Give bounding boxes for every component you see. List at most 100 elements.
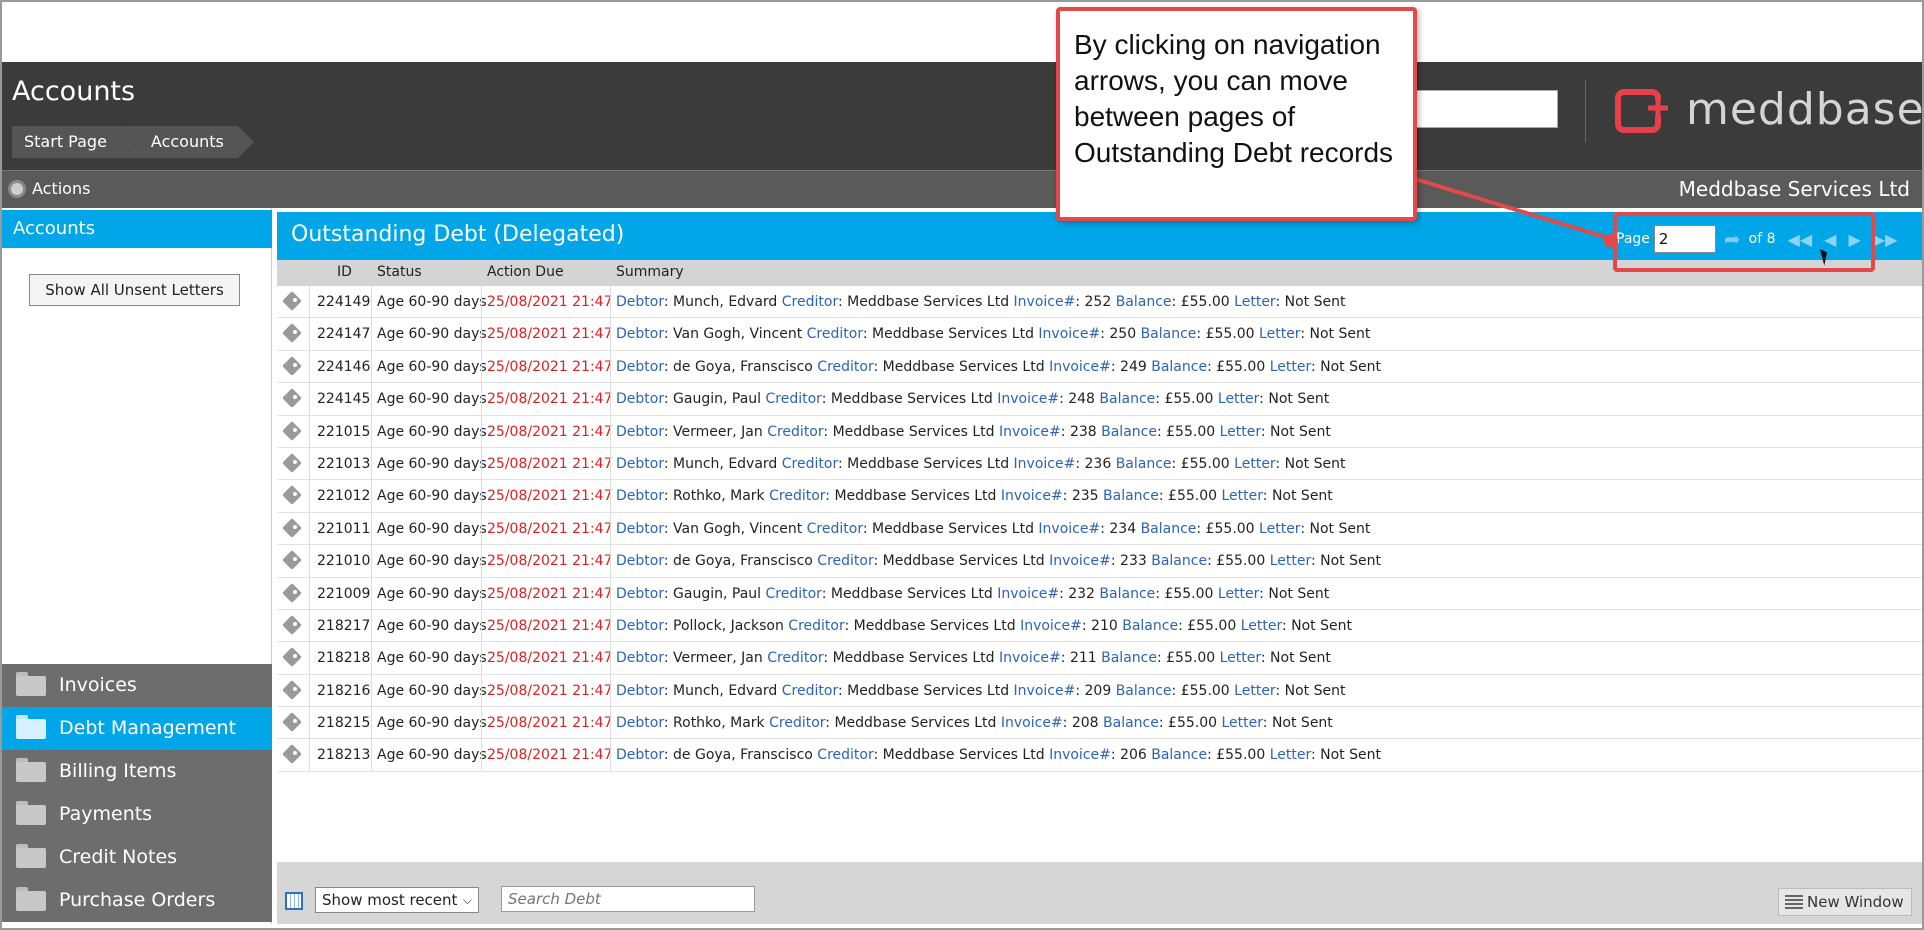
breadcrumb-accounts[interactable]: Accounts	[120, 126, 254, 158]
table-row[interactable]: 221011 Age 60-90 days 25/08/2021 21:47 Debt…	[277, 512, 1922, 546]
tag-icon[interactable]	[281, 681, 305, 699]
table-row[interactable]: 218217 Age 60-90 days 25/08/2021 21:47 Debt…	[277, 609, 1922, 643]
cell-divider	[610, 674, 611, 707]
cell-divider	[371, 512, 372, 545]
actions-label: Actions	[32, 179, 91, 198]
summary-key-debtor: Debtor	[616, 520, 664, 537]
summary-key-invoice: Invoice#	[997, 585, 1060, 602]
actions-button[interactable]: Actions	[8, 179, 90, 198]
cell-summary[interactable]: Debtor: de Goya, Franscisco Creditor: Me…	[616, 747, 1381, 763]
cell-id: 221015	[317, 423, 371, 440]
cell-summary[interactable]: Debtor: Pollock, Jackson Creditor: Meddb…	[616, 618, 1352, 634]
table-row[interactable]: 218213 Age 60-90 days 25/08/2021 21:47 Debt…	[277, 739, 1922, 772]
cell-summary[interactable]: Debtor: Munch, Edvard Creditor: Meddbase…	[616, 456, 1345, 472]
column-header-summary[interactable]: Summary	[616, 264, 684, 280]
summary-balance: £55.00	[1180, 682, 1230, 699]
tag-icon[interactable]	[281, 745, 305, 763]
tag-icon[interactable]	[281, 486, 305, 504]
cell-summary[interactable]: Debtor: Rothko, Mark Creditor: Meddbase …	[616, 715, 1333, 731]
cell-status: Age 60-90 days	[377, 455, 487, 472]
cell-divider	[481, 383, 482, 416]
table-row[interactable]: 221015 Age 60-90 days 25/08/2021 21:47 Debt…	[277, 415, 1922, 448]
cell-status: Age 60-90 days	[377, 423, 487, 440]
tag-icon[interactable]	[281, 422, 305, 440]
cell-summary[interactable]: Debtor: Gaugin, Paul Creditor: Meddbase …	[616, 391, 1329, 407]
sidebar-item-purchase-orders[interactable]: Purchase Orders	[2, 879, 272, 922]
gear-icon	[8, 179, 26, 198]
sidebar-item-label: Payments	[59, 803, 153, 825]
cell-action-due: 25/08/2021 21:47	[487, 294, 613, 310]
tag-icon[interactable]	[281, 454, 305, 472]
table-row[interactable]: 224145 Age 60-90 days 25/08/2021 21:47 Debt…	[277, 383, 1922, 416]
folder-icon	[16, 715, 46, 739]
summary-letter: Not Sent	[1309, 520, 1371, 537]
cell-id: 224147	[317, 326, 371, 343]
cell-summary[interactable]: Debtor: Van Gogh, Vincent Creditor: Medd…	[616, 521, 1370, 537]
tag-icon[interactable]	[281, 324, 305, 342]
show-unsent-letters-button[interactable]: Show All Unsent Letters	[29, 274, 240, 306]
cell-action-due: 25/08/2021 21:47	[487, 358, 613, 375]
summary-key-debtor: Debtor	[616, 294, 664, 310]
tag-icon[interactable]	[281, 292, 305, 310]
table-row[interactable]: 221010 Age 60-90 days 25/08/2021 21:47 Debt…	[277, 545, 1922, 578]
sidebar-item-credit-notes[interactable]: Credit Notes	[2, 836, 272, 879]
calendar-icon[interactable]	[285, 892, 303, 910]
actions-bar: Actions Meddbase Services Ltd	[2, 170, 1922, 208]
tag-icon[interactable]	[281, 616, 305, 634]
summary-key-creditor: Creditor	[781, 294, 838, 310]
tag-icon[interactable]	[281, 389, 305, 407]
summary-key-creditor: Creditor	[765, 391, 822, 408]
new-window-button[interactable]: New Window	[1778, 888, 1912, 916]
table-row[interactable]: 218218 Age 60-90 days 25/08/2021 21:47 Debt…	[277, 642, 1922, 675]
tag-icon[interactable]	[281, 584, 305, 602]
tag-icon[interactable]	[281, 551, 305, 569]
tag-icon[interactable]	[281, 357, 305, 375]
summary-invoice: 252	[1084, 294, 1112, 310]
cell-summary[interactable]: Debtor: Gaugin, Paul Creditor: Meddbase …	[616, 586, 1329, 602]
cell-summary[interactable]: Debtor: Van Gogh, Vincent Creditor: Medd…	[616, 326, 1370, 342]
table-row[interactable]: 224147 Age 60-90 days 25/08/2021 21:47 Debt…	[277, 318, 1922, 351]
debt-table: 224149 Age 60-90 days 25/08/2021 21:47 Debt…	[277, 286, 1922, 772]
cell-summary[interactable]: Debtor: Rothko, Mark Creditor: Meddbase …	[616, 488, 1333, 504]
summary-creditor: Meddbase Services Ltd	[882, 358, 1045, 375]
cell-summary[interactable]: Debtor: Munch, Edvard Creditor: Meddbase…	[616, 294, 1345, 310]
tag-icon[interactable]	[281, 713, 305, 731]
summary-key-invoice: Invoice#	[997, 391, 1060, 408]
table-row[interactable]: 221009 Age 60-90 days 25/08/2021 21:47 Debt…	[277, 577, 1922, 610]
summary-invoice: 236	[1084, 455, 1112, 472]
summary-key-letter: Letter	[1221, 715, 1263, 732]
summary-debtor: de Goya, Franscisco	[673, 747, 813, 764]
cell-status: Age 60-90 days	[377, 715, 487, 732]
sidebar: Accounts Show All Unsent Letters Invoice…	[2, 208, 272, 924]
cell-summary[interactable]: Debtor: Vermeer, Jan Creditor: Meddbase …	[616, 424, 1331, 440]
tag-icon[interactable]	[281, 519, 305, 537]
cell-divider	[610, 286, 611, 318]
cell-summary[interactable]: Debtor: Munch, Edvard Creditor: Meddbase…	[616, 683, 1345, 699]
summary-debtor: Van Gogh, Vincent	[673, 326, 803, 343]
cell-summary[interactable]: Debtor: Vermeer, Jan Creditor: Meddbase …	[616, 650, 1331, 666]
table-row[interactable]: 224146 Age 60-90 days 25/08/2021 21:47 Debt…	[277, 350, 1922, 384]
table-row[interactable]: 218215 Age 60-90 days 25/08/2021 21:47 Debt…	[277, 707, 1922, 740]
cell-summary[interactable]: Debtor: de Goya, Franscisco Creditor: Me…	[616, 359, 1381, 375]
cell-summary[interactable]: Debtor: de Goya, Franscisco Creditor: Me…	[616, 553, 1381, 569]
sidebar-item-invoices[interactable]: Invoices	[2, 664, 272, 707]
table-row[interactable]: 218216 Age 60-90 days 25/08/2021 21:47 Debt…	[277, 674, 1922, 708]
column-header-action-due[interactable]: Action Due	[487, 264, 564, 280]
table-row[interactable]: 221012 Age 60-90 days 25/08/2021 21:47 Debt…	[277, 480, 1922, 513]
sidebar-item-debt-management[interactable]: Debt Management	[2, 707, 272, 750]
table-row[interactable]: 221013 Age 60-90 days 25/08/2021 21:47 Debt…	[277, 447, 1922, 481]
search-debt-input[interactable]	[501, 886, 755, 912]
last-page-icon[interactable]: ▶▶	[1873, 230, 1898, 249]
tag-icon[interactable]	[281, 648, 305, 666]
annotation-callout: By clicking on navigation arrows, you ca…	[1056, 7, 1417, 221]
table-row[interactable]: 224149 Age 60-90 days 25/08/2021 21:47 Debt…	[277, 286, 1922, 319]
column-header-status[interactable]: Status	[377, 264, 422, 280]
breadcrumb-start-page[interactable]: Start Page	[12, 126, 137, 158]
sidebar-item-billing-items[interactable]: Billing Items	[2, 750, 272, 793]
cell-divider	[309, 318, 310, 351]
show-filter-select[interactable]: Show most recent ⌵	[315, 887, 479, 913]
sidebar-item-payments[interactable]: Payments	[2, 793, 272, 836]
cell-divider	[309, 739, 310, 772]
summary-key-invoice: Invoice#	[1049, 553, 1111, 570]
column-header-id[interactable]: ID	[337, 264, 352, 280]
